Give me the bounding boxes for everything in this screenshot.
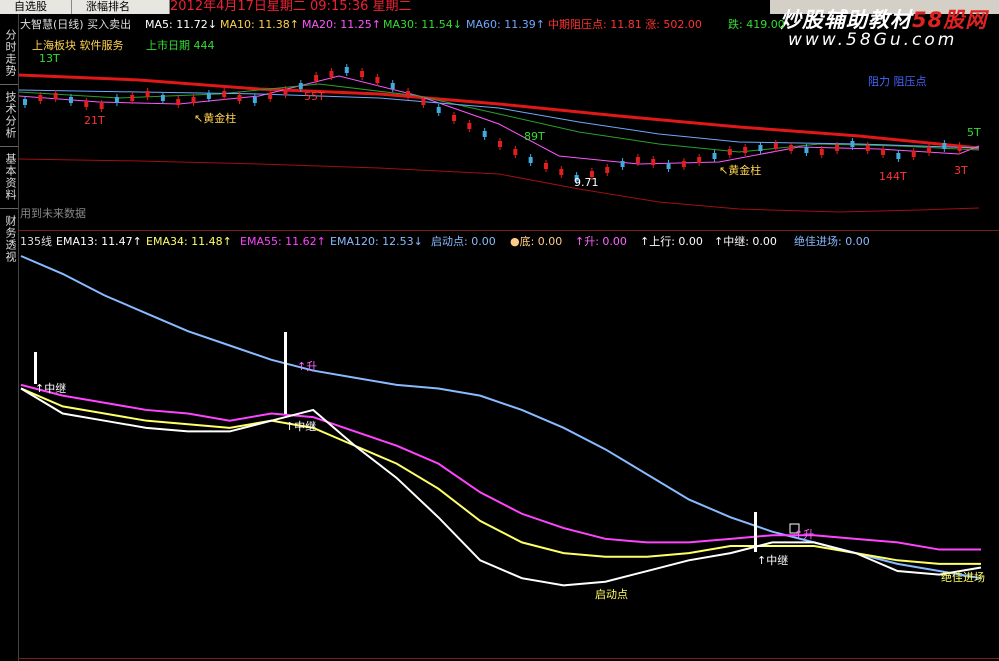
chart-annotation: 89T: [524, 130, 545, 143]
chart-annotation: 21T: [84, 114, 105, 127]
chart-annotation: 5T: [967, 126, 981, 139]
support-line: [19, 158, 980, 213]
candle-body: [758, 145, 763, 151]
candle-body: [804, 147, 809, 153]
side-divider: [0, 146, 18, 147]
candle-body: [390, 83, 395, 89]
candle-body: [160, 95, 165, 101]
candle-body: [896, 153, 901, 159]
candle-body: [252, 97, 257, 103]
candle-body: [498, 141, 502, 147]
candle-body: [344, 67, 349, 73]
ema-line: [20, 387, 982, 587]
candle-body: [850, 141, 855, 147]
candle-body: [727, 149, 732, 155]
chart-annotation: 9.71: [574, 176, 599, 189]
candle-body: [559, 169, 564, 175]
chart-canvas: 13T 21T ↖黄金柱 ↖黄金柱 55T 89T 9.71 144T 5T 3T ↑中继 ↑升 ↑中继…: [19, 52, 985, 601]
candle-body: [191, 97, 196, 103]
ma20-line: [19, 75, 980, 165]
resistance-line: [19, 73, 980, 150]
signal-label: ↑中继: [35, 382, 66, 395]
candle-body: [543, 163, 548, 169]
candle-body: [145, 91, 150, 97]
side-divider: [0, 84, 18, 85]
signal-bar: [754, 512, 757, 552]
candle-body: [712, 153, 717, 159]
candle-body: [38, 95, 43, 101]
signal-label: ↑升: [297, 360, 317, 373]
candle-body: [697, 157, 702, 163]
candle-body: [651, 159, 656, 165]
candle-body: [620, 161, 625, 167]
candle-body: [176, 99, 181, 105]
candle-body: [635, 157, 640, 163]
chart-annotation: ↖黄金柱: [194, 111, 236, 125]
candle-body: [99, 103, 104, 109]
candle-body: [53, 93, 58, 99]
candle-body: [114, 97, 119, 103]
candle-body: [360, 71, 365, 77]
candle-body: [835, 145, 840, 151]
side-tab-fundamentals[interactable]: 基本资料: [1, 150, 17, 204]
candle-body: [206, 93, 211, 99]
candle-body: [375, 77, 380, 83]
candle-body: [237, 95, 242, 101]
candle-body: [314, 75, 319, 81]
candle-body: [436, 107, 441, 113]
signal-bar: [284, 332, 287, 414]
signal-label: ↑中继: [757, 554, 788, 567]
signal-label: ↑中继: [285, 420, 316, 433]
candle-body: [528, 157, 533, 163]
candle-body: [942, 143, 947, 149]
ema-line: [20, 255, 982, 580]
chart-annotation: 144T: [879, 170, 907, 183]
tab-watchlist[interactable]: 自选股: [0, 0, 72, 14]
candle-body: [865, 145, 870, 151]
candle-body: [666, 163, 671, 169]
candle-body: [881, 149, 886, 155]
candle-body: [957, 145, 962, 151]
candle-body: [681, 161, 686, 167]
candle-body: [268, 93, 273, 99]
candle-body: [130, 95, 135, 101]
signal-bar: [34, 352, 37, 384]
side-tab-technical[interactable]: 技术分析: [1, 88, 17, 142]
candle-body: [222, 91, 227, 97]
left-sidebar: 分时走势 技术分析 基本资料 财务透视: [0, 14, 19, 661]
ema-line: [20, 383, 981, 551]
candle-body: [421, 99, 426, 105]
candle-body: [605, 167, 610, 173]
side-divider: [0, 208, 18, 209]
candle-body: [819, 149, 824, 155]
chart-annotation: 3T: [954, 164, 968, 177]
candle-body: [68, 97, 73, 103]
chart-annotation: 13T: [39, 52, 60, 65]
signal-label: ↑升: [794, 528, 814, 541]
signal-label: 启动点: [595, 588, 628, 601]
candle-body: [911, 151, 916, 157]
candle-body: [298, 83, 303, 89]
candle-body: [789, 145, 794, 151]
chart-annotation: ↖黄金柱: [719, 163, 761, 177]
candle-body: [467, 123, 472, 129]
chart-annotation: 55T: [304, 90, 325, 103]
candle-body: [482, 131, 487, 137]
candle-body: [743, 147, 748, 153]
date-time-display: 2012年4月17日星期二 09:15:36 星期二: [170, 0, 770, 14]
tab-gainers-ranking[interactable]: 涨幅排名: [72, 0, 170, 14]
candle-body: [452, 115, 457, 121]
candle-body: [513, 149, 518, 155]
candle-body: [283, 89, 288, 95]
candle-body: [773, 143, 778, 149]
candle-body: [406, 91, 411, 97]
side-tab-intraday[interactable]: 分时走势: [1, 26, 17, 80]
candle-body: [23, 99, 27, 105]
candle-body: [329, 71, 334, 77]
signal-label: 绝佳进场: [941, 570, 985, 584]
candle-body: [84, 101, 89, 107]
side-tab-financials[interactable]: 财务透视: [1, 212, 17, 266]
candle-body: [927, 147, 932, 153]
